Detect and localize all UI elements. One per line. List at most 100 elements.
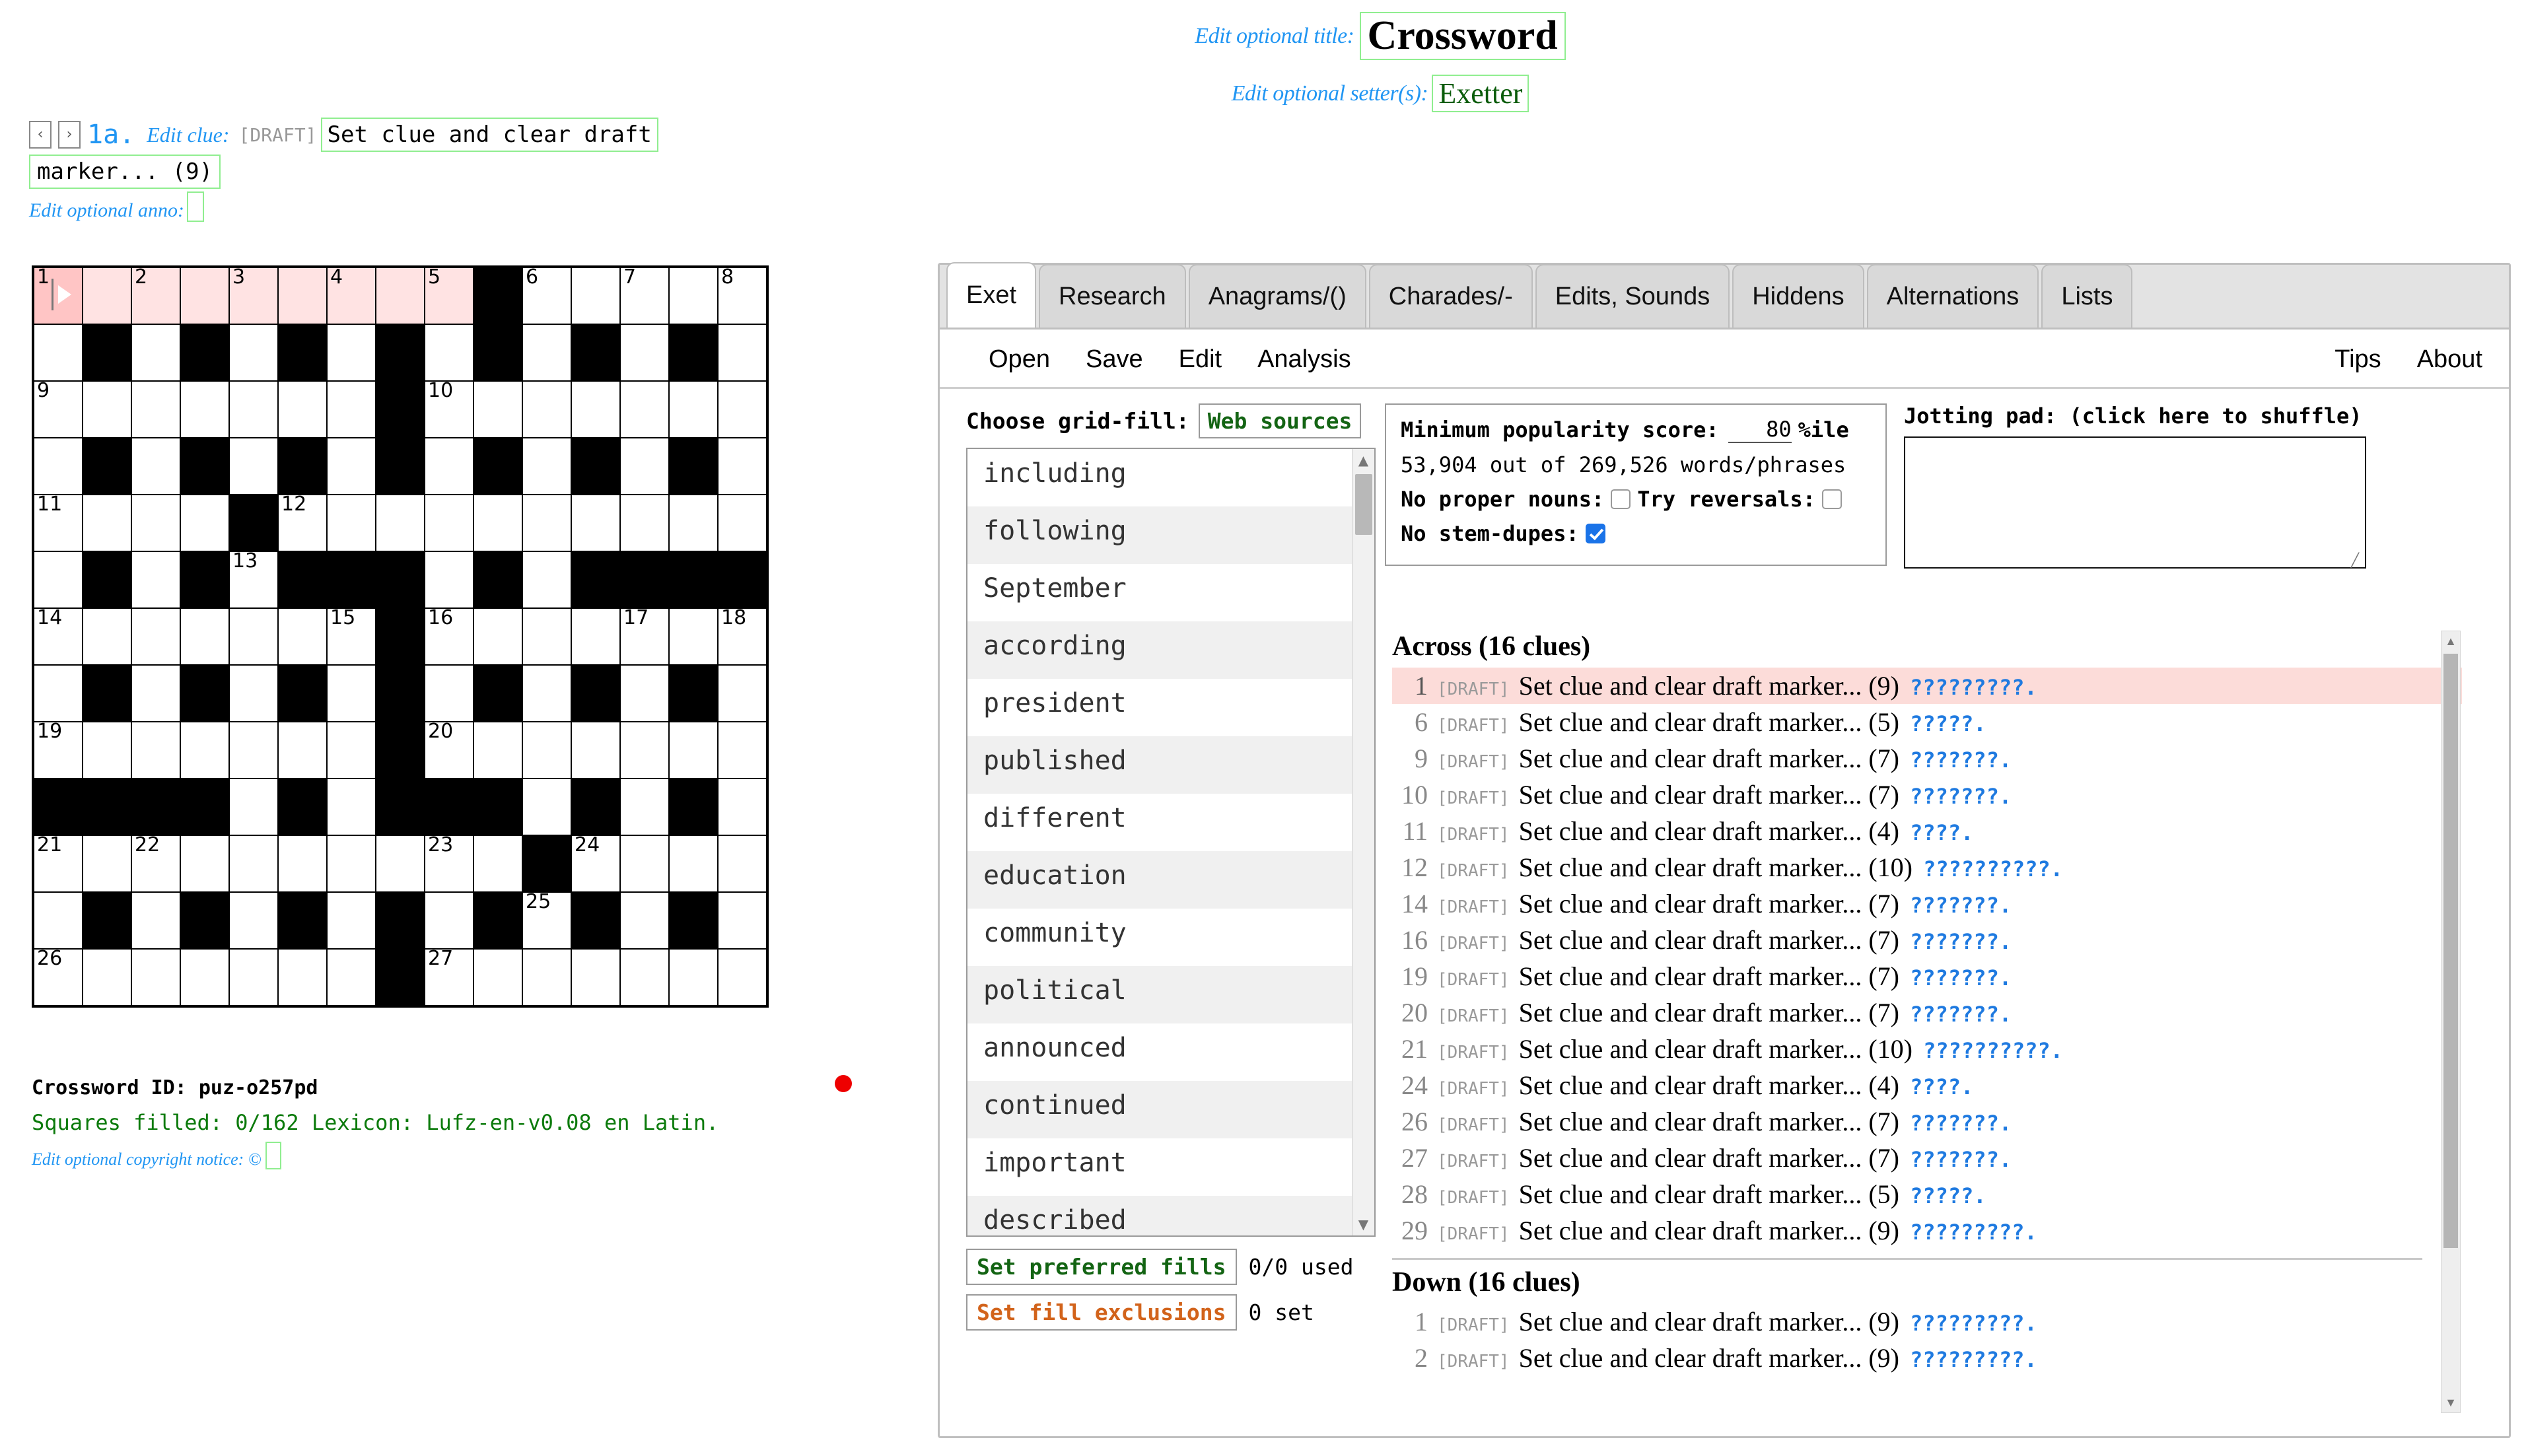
grid-cell[interactable] bbox=[717, 778, 768, 836]
next-clue-button[interactable]: › bbox=[58, 121, 81, 149]
grid-cell[interactable] bbox=[228, 324, 279, 382]
grid-cell[interactable] bbox=[131, 721, 181, 779]
grid-cell[interactable] bbox=[82, 266, 132, 325]
grid-cell[interactable] bbox=[131, 324, 181, 382]
grid-cell[interactable] bbox=[424, 437, 474, 495]
grid-cell[interactable] bbox=[571, 721, 621, 779]
try-reversals-checkbox[interactable] bbox=[1821, 489, 1842, 509]
grid-cell[interactable]: 3 bbox=[228, 266, 279, 325]
grid-cell[interactable] bbox=[180, 835, 230, 893]
grid-cell[interactable] bbox=[571, 494, 621, 552]
grid-cell[interactable] bbox=[82, 494, 132, 552]
word-list-item[interactable]: according bbox=[967, 621, 1374, 679]
grid-cell[interactable]: 20 bbox=[424, 721, 474, 779]
word-list-item[interactable]: September bbox=[967, 564, 1374, 621]
grid-cell[interactable] bbox=[571, 380, 621, 438]
grid-cell[interactable] bbox=[668, 721, 719, 779]
grid-cell[interactable] bbox=[717, 380, 768, 438]
grid-cell[interactable] bbox=[180, 721, 230, 779]
grid-cell[interactable] bbox=[375, 266, 425, 325]
word-list-item[interactable]: important bbox=[967, 1138, 1374, 1196]
grid-cell[interactable] bbox=[82, 948, 132, 1007]
clues-list-panel[interactable]: Across (16 clues) 1 [DRAFT] Set clue and cl… bbox=[1392, 631, 2462, 1423]
grid-cell[interactable] bbox=[619, 324, 670, 382]
clue-list-item[interactable]: 1 [DRAFT] Set clue and clear draft marker.… bbox=[1392, 668, 2462, 704]
grid-cell[interactable] bbox=[131, 380, 181, 438]
grid-cell[interactable]: 4 bbox=[326, 266, 376, 325]
grid-cell[interactable] bbox=[228, 835, 279, 893]
grid-cell[interactable]: 26 bbox=[32, 948, 83, 1007]
grid-cell[interactable] bbox=[326, 437, 376, 495]
tab-edits-sounds[interactable]: Edits, Sounds bbox=[1535, 264, 1730, 328]
grid-cell[interactable] bbox=[82, 380, 132, 438]
grid-cell[interactable] bbox=[717, 835, 768, 893]
clue-list-item[interactable]: 21 [DRAFT] Set clue and clear draft marker… bbox=[1392, 1031, 2462, 1067]
grid-cell[interactable]: 10 bbox=[424, 380, 474, 438]
crossword-grid[interactable]: 1 2 3 4 5 6 7 8 9 10 11 12 13 14 15 16 17 18 19 20 21 22 23 24 2… bbox=[32, 265, 769, 1008]
grid-cell[interactable] bbox=[326, 891, 376, 950]
clue-list-item[interactable]: 29 [DRAFT] Set clue and clear draft marker… bbox=[1392, 1212, 2462, 1249]
jotting-pad-textarea[interactable]: ╱ bbox=[1904, 436, 2366, 569]
word-list-item[interactable]: including bbox=[967, 449, 1374, 506]
grid-cell[interactable]: 8 bbox=[717, 266, 768, 325]
grid-cell[interactable] bbox=[131, 607, 181, 666]
grid-cell[interactable] bbox=[131, 494, 181, 552]
grid-cell[interactable]: 18 bbox=[717, 607, 768, 666]
grid-cell[interactable] bbox=[473, 948, 523, 1007]
grid-cell[interactable] bbox=[619, 721, 670, 779]
grid-cell[interactable] bbox=[228, 664, 279, 722]
grid-cell[interactable] bbox=[522, 664, 572, 722]
grid-cell[interactable] bbox=[424, 891, 474, 950]
no-stem-dupes-checkbox[interactable] bbox=[1585, 524, 1605, 543]
scroll-down-icon[interactable]: ▼ bbox=[1352, 1213, 1374, 1235]
clues-scroll-up-icon[interactable]: ▲ bbox=[2441, 631, 2460, 651]
grid-cell[interactable] bbox=[522, 778, 572, 836]
grid-cell[interactable]: 7 bbox=[619, 266, 670, 325]
grid-cell[interactable]: 23 bbox=[424, 835, 474, 893]
resize-handle-icon[interactable]: ╱ bbox=[2351, 553, 2363, 567]
grid-cell[interactable] bbox=[326, 324, 376, 382]
tab-exet[interactable]: Exet bbox=[946, 262, 1037, 328]
grid-cell[interactable] bbox=[473, 721, 523, 779]
tab-research[interactable]: Research bbox=[1039, 264, 1186, 328]
word-list-item[interactable]: political bbox=[967, 966, 1374, 1023]
jotting-pad-label[interactable]: Jotting pad: (click here to shuffle) bbox=[1904, 403, 2366, 429]
word-list-item[interactable]: different bbox=[967, 794, 1374, 851]
set-preferred-fills-button[interactable]: Set preferred fills bbox=[966, 1249, 1237, 1285]
grid-cell[interactable] bbox=[522, 380, 572, 438]
grid-cell[interactable] bbox=[717, 891, 768, 950]
grid-cell[interactable] bbox=[424, 551, 474, 609]
grid-cell[interactable] bbox=[717, 948, 768, 1007]
scroll-thumb[interactable] bbox=[1355, 474, 1372, 535]
grid-cell[interactable] bbox=[522, 721, 572, 779]
grid-cell[interactable] bbox=[180, 607, 230, 666]
crossword-title-input[interactable]: Crossword bbox=[1359, 12, 1566, 61]
grid-cell[interactable] bbox=[326, 948, 376, 1007]
web-sources-button[interactable]: Web sources bbox=[1198, 403, 1362, 438]
grid-cell[interactable]: 1 bbox=[32, 266, 83, 325]
grid-cell[interactable] bbox=[131, 664, 181, 722]
clue-list-item[interactable]: 11 [DRAFT] Set clue and clear draft marker… bbox=[1392, 813, 2462, 849]
grid-cell[interactable]: 22 bbox=[131, 835, 181, 893]
grid-cell[interactable] bbox=[32, 891, 83, 950]
grid-cell[interactable]: 11 bbox=[32, 494, 83, 552]
grid-cell[interactable] bbox=[180, 494, 230, 552]
word-list-item[interactable]: community bbox=[967, 909, 1374, 966]
grid-cell[interactable] bbox=[326, 835, 376, 893]
grid-cell[interactable] bbox=[522, 607, 572, 666]
grid-cell[interactable] bbox=[326, 778, 376, 836]
grid-cell[interactable] bbox=[522, 437, 572, 495]
grid-cell[interactable] bbox=[277, 835, 328, 893]
tab-charades[interactable]: Charades/- bbox=[1368, 264, 1533, 328]
grid-cell[interactable] bbox=[424, 664, 474, 722]
grid-cell[interactable] bbox=[619, 891, 670, 950]
grid-cell[interactable]: 14 bbox=[32, 607, 83, 666]
grid-cell[interactable] bbox=[228, 778, 279, 836]
no-proper-nouns-checkbox[interactable] bbox=[1611, 489, 1631, 509]
menu-item-about[interactable]: About bbox=[2417, 345, 2482, 374]
menu-item-tips[interactable]: Tips bbox=[2335, 345, 2381, 374]
grid-cell[interactable] bbox=[668, 494, 719, 552]
grid-cell[interactable] bbox=[228, 607, 279, 666]
tab-alternations[interactable]: Alternations bbox=[1866, 264, 2039, 328]
clue-list-item[interactable]: 9 [DRAFT] Set clue and clear draft marker.… bbox=[1392, 740, 2462, 777]
